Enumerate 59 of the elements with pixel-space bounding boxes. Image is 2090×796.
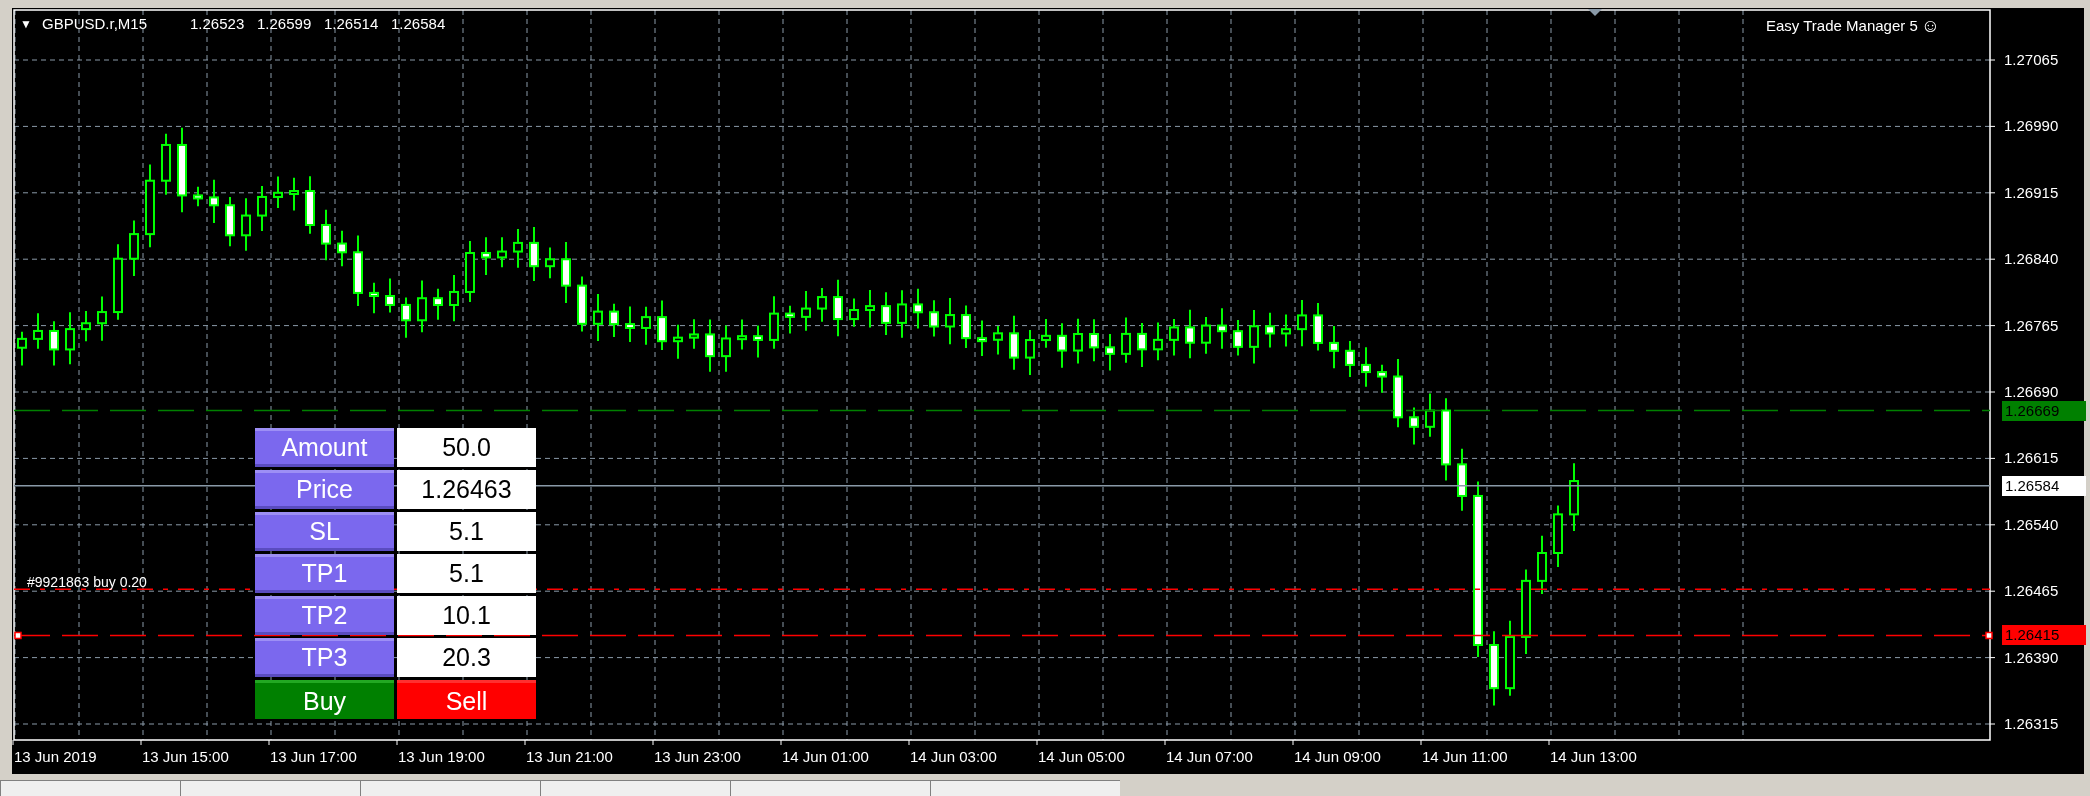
- menu-icon[interactable]: ▼: [20, 15, 32, 33]
- field-label: TP3: [255, 638, 394, 677]
- price-tag: 1.26415: [2002, 625, 2086, 646]
- time-label: 13 Jun 19:00: [398, 748, 485, 766]
- time-label: 14 Jun 13:00: [1550, 748, 1637, 766]
- time-label: 13 Jun 17:00: [270, 748, 357, 766]
- input-field[interactable]: 5.1: [397, 554, 536, 593]
- price-label: 1.26915: [2004, 183, 2059, 202]
- input-field[interactable]: 10.1: [397, 596, 536, 635]
- time-label: 13 Jun 2019: [14, 748, 97, 766]
- time-label: 14 Jun 03:00: [910, 748, 997, 766]
- time-label: 14 Jun 05:00: [1038, 748, 1125, 766]
- smiley-icon: ☺: [1920, 17, 1941, 35]
- tab[interactable]: [360, 780, 540, 796]
- input-field[interactable]: 50.0: [397, 428, 536, 467]
- buy-button[interactable]: Buy: [255, 680, 394, 719]
- tab[interactable]: [930, 780, 1120, 796]
- time-label: 14 Jun 07:00: [1166, 748, 1253, 766]
- field-label: Amount: [255, 428, 394, 467]
- input-field[interactable]: 1.26463: [397, 470, 536, 509]
- price-label: 1.26615: [2004, 449, 2059, 468]
- price-label: 1.26840: [2004, 250, 2059, 269]
- price-label: 1.26540: [2004, 515, 2059, 534]
- field-label: TP1: [255, 554, 394, 593]
- quote-value: 1.26599: [257, 15, 312, 33]
- sell-button[interactable]: Sell: [397, 680, 536, 719]
- price-tag: 1.26669: [2002, 400, 2086, 421]
- expert-title: Easy Trade Manager 5: [1766, 17, 1918, 35]
- tab[interactable]: [0, 780, 180, 796]
- time-label: 14 Jun 01:00: [782, 748, 869, 766]
- price-label: 1.26390: [2004, 648, 2059, 667]
- tab[interactable]: [180, 780, 360, 796]
- price-label: 1.26690: [2004, 383, 2059, 401]
- price-label: 1.26765: [2004, 316, 2059, 335]
- tab[interactable]: [540, 780, 730, 796]
- field-label: TP2: [255, 596, 394, 635]
- input-field[interactable]: 5.1: [397, 512, 536, 551]
- line-handle-icon[interactable]: [14, 631, 22, 640]
- quote-value: 1.26514: [324, 15, 379, 33]
- time-label: 14 Jun 11:00: [1422, 748, 1508, 766]
- time-label: 14 Jun 09:00: [1294, 748, 1381, 766]
- price-label: 1.26465: [2004, 582, 2059, 601]
- tab[interactable]: [730, 780, 930, 796]
- price-tag: 1.26584: [2002, 475, 2086, 496]
- price-label: 1.27065: [2004, 51, 2059, 69]
- time-label: 13 Jun 21:00: [526, 748, 613, 766]
- time-label: 13 Jun 15:00: [142, 748, 229, 766]
- time-label: 13 Jun 23:00: [654, 748, 741, 766]
- line-handle-icon[interactable]: [1985, 631, 1993, 640]
- input-field[interactable]: 20.3: [397, 638, 536, 677]
- field-label: SL: [255, 512, 394, 551]
- chart-shift-icon[interactable]: [1588, 9, 1602, 16]
- quote-value: 1.26584: [391, 15, 446, 33]
- symbol-label: GBPUSD.r,M15: [42, 15, 148, 33]
- field-label: Price: [255, 470, 394, 509]
- price-label: 1.26315: [2004, 715, 2059, 733]
- price-label: 1.26990: [2004, 117, 2059, 136]
- quote-value: 1.26523: [190, 15, 245, 33]
- order-label: #9921863 buy 0.20: [27, 574, 147, 590]
